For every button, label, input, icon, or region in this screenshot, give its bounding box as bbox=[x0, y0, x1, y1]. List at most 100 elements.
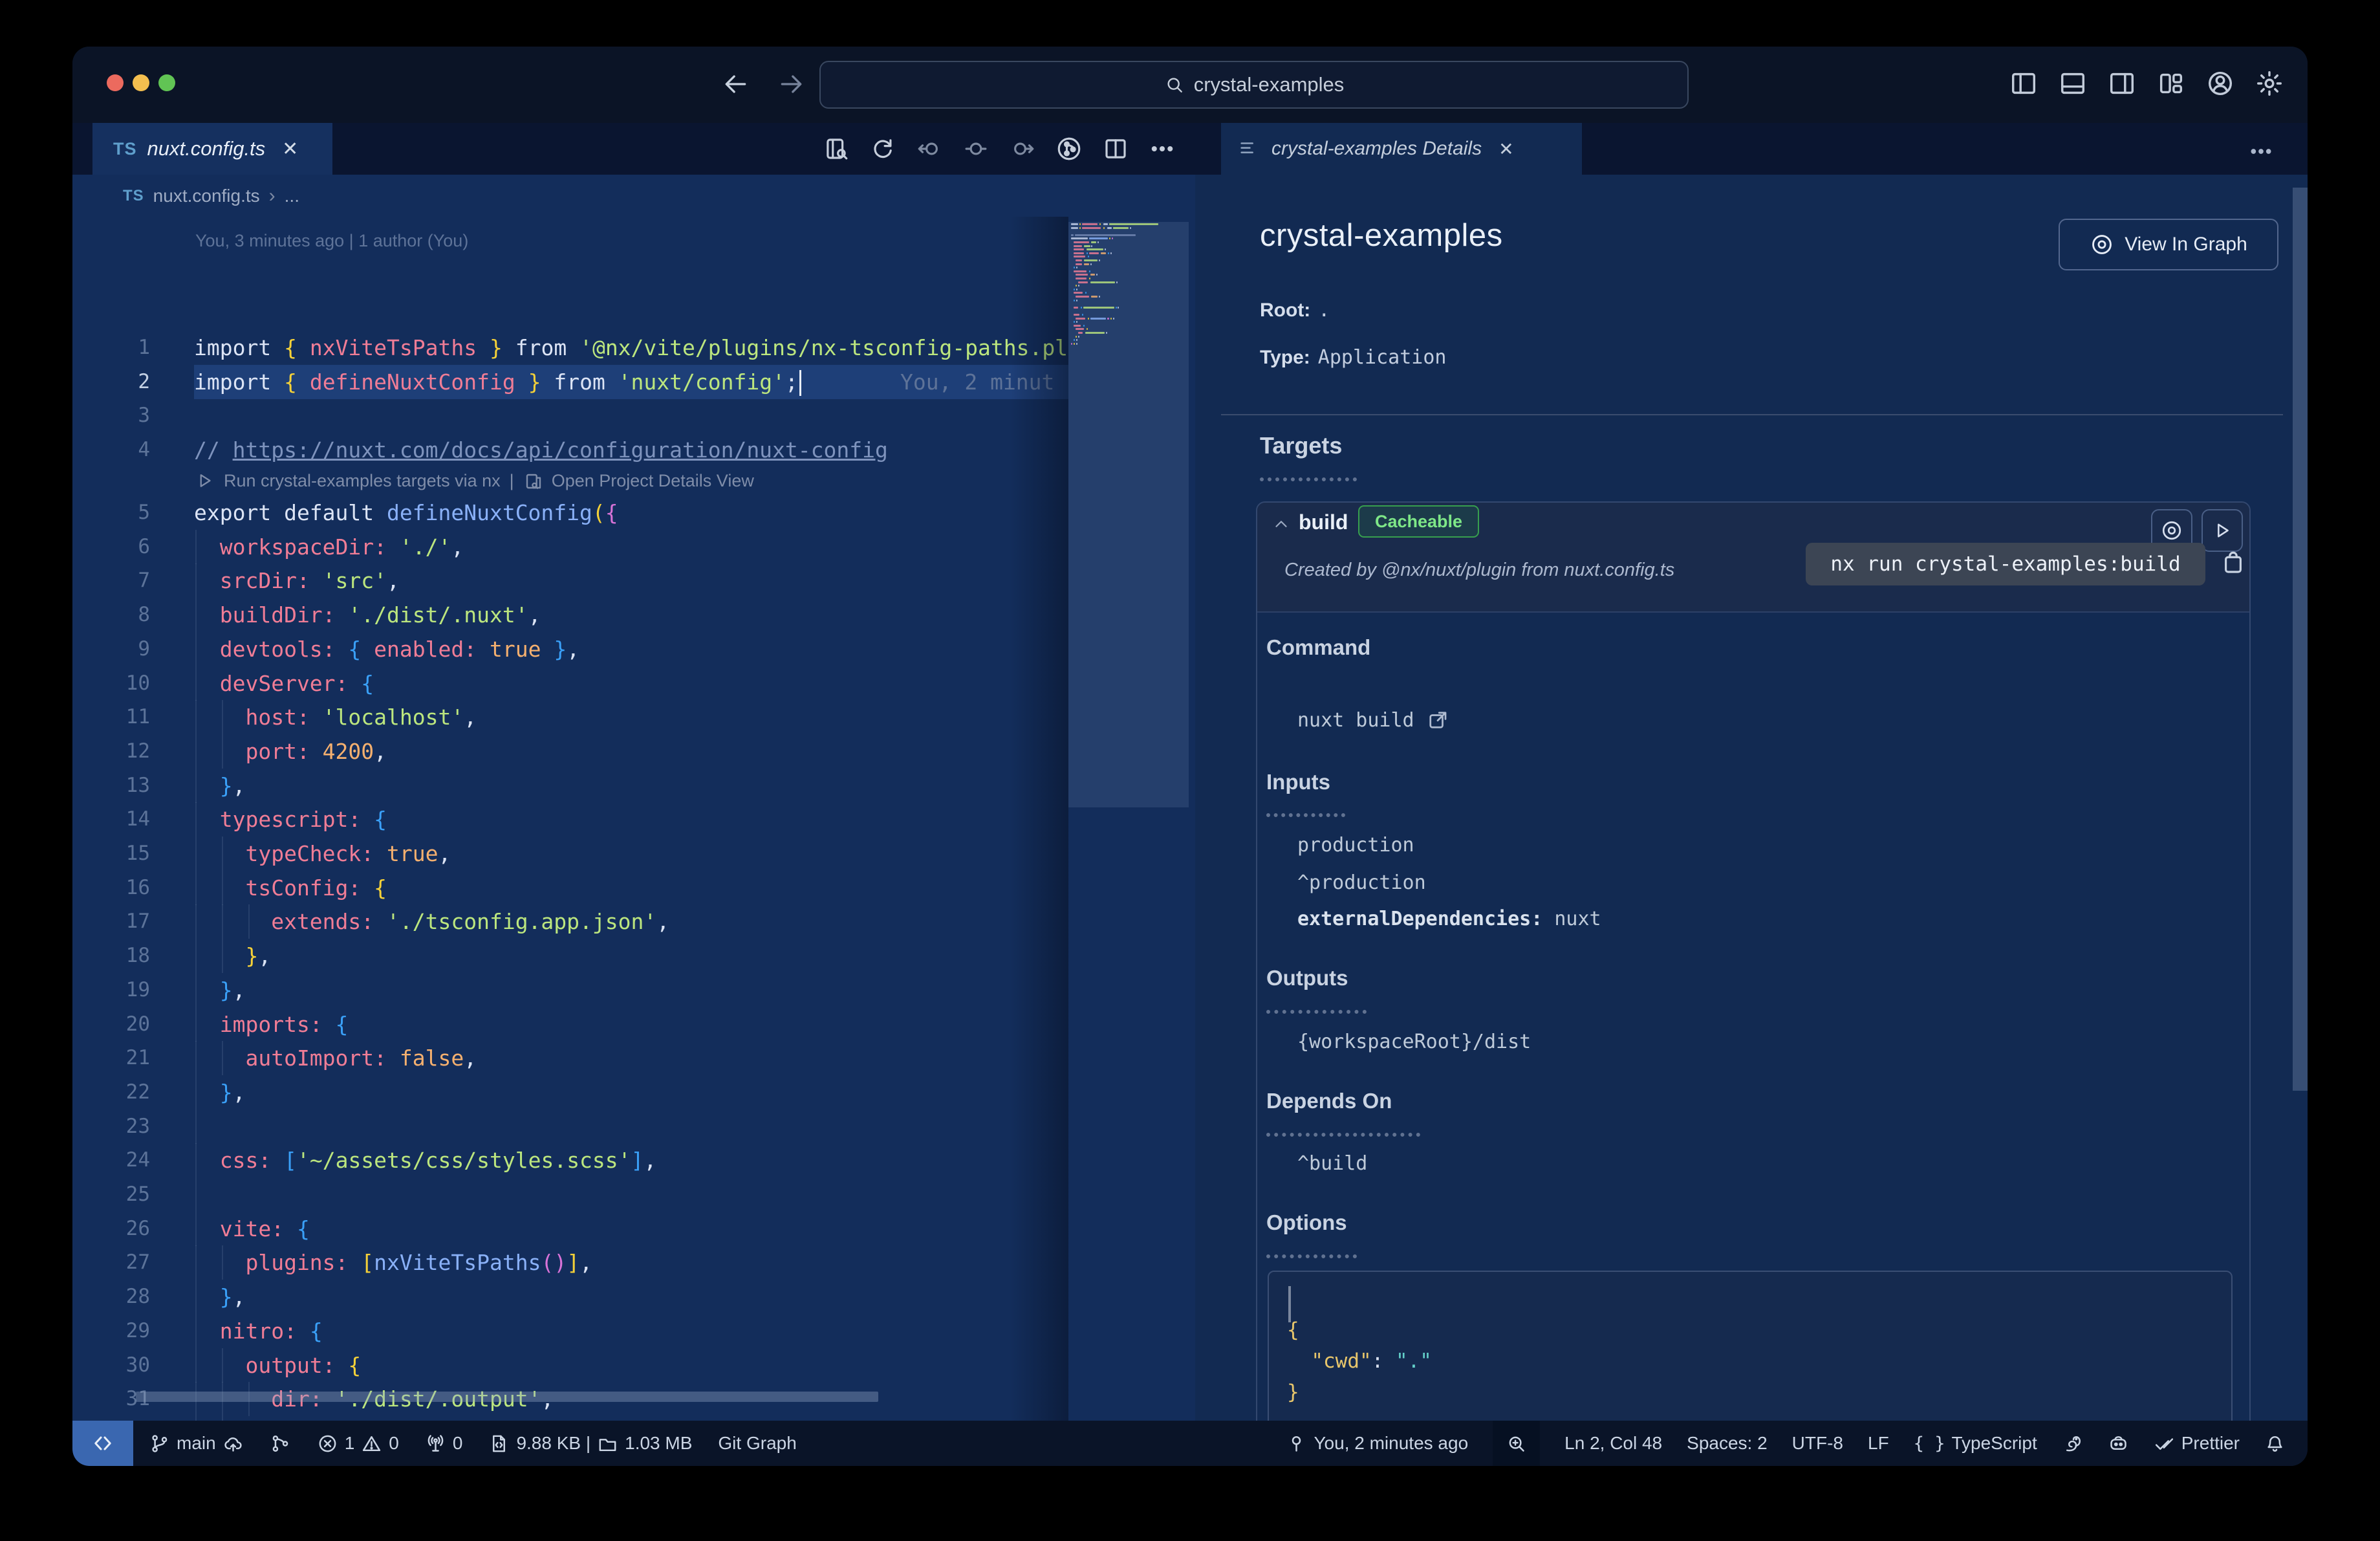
bell-icon bbox=[2267, 1436, 2282, 1452]
copy-icon[interactable] bbox=[2220, 549, 2247, 579]
prettier-indicator[interactable]: Prettier bbox=[2154, 1421, 2240, 1466]
code-line-6: workspaceDir: './', bbox=[194, 529, 1068, 564]
codelens-row[interactable]: Run crystal-examples targets via nx | Open… bbox=[195, 465, 754, 496]
close-traffic-light[interactable] bbox=[107, 74, 124, 91]
line-number: 2 bbox=[138, 369, 150, 393]
line-number: 24 bbox=[125, 1148, 150, 1172]
language-mode[interactable]: { } TypeScript bbox=[1914, 1421, 2037, 1466]
horizontal-scrollbar[interactable] bbox=[136, 1392, 878, 1402]
code-editor[interactable]: 1 2 3 4 5 6 7 8 9 10 11 12 13 14 15 16 17 18 19 20 21 22 23 24 2… bbox=[72, 217, 1195, 1421]
minimap[interactable] bbox=[1068, 217, 1189, 1421]
zoom-traffic-light[interactable] bbox=[158, 74, 175, 91]
breadcrumb-tail[interactable]: ... bbox=[285, 186, 299, 206]
outputs-dots bbox=[1266, 1010, 1367, 1014]
chevron-up-icon[interactable] bbox=[1271, 514, 1291, 534]
notifications-bell[interactable] bbox=[2264, 1421, 2286, 1466]
command-value[interactable]: nuxt build bbox=[1297, 708, 1449, 732]
breadcrumb[interactable]: TS nuxt.config.ts › ... bbox=[72, 175, 1195, 217]
tab-project-details[interactable]: crystal-examples Details ✕ bbox=[1221, 123, 1582, 175]
forward-arrow-icon[interactable] bbox=[777, 70, 806, 98]
status-bar-right: You, 2 minutes ago Ln 2, Col 48 Spaces: 2 U… bbox=[1286, 1421, 2286, 1466]
git-branch-icon bbox=[152, 1434, 168, 1452]
problems-indicator[interactable]: 10 bbox=[317, 1421, 399, 1466]
ports-indicator[interactable]: 0 bbox=[425, 1421, 462, 1466]
back-arrow-icon[interactable] bbox=[721, 70, 750, 98]
change-icon[interactable] bbox=[962, 135, 990, 162]
indentation[interactable]: Spaces: 2 bbox=[1687, 1421, 1768, 1466]
play-icon bbox=[195, 471, 215, 490]
panel-left-icon[interactable] bbox=[2009, 69, 2039, 98]
open-preview-icon[interactable] bbox=[823, 135, 850, 162]
git-blame-indicator[interactable]: You, 2 minutes ago bbox=[1286, 1421, 1468, 1466]
panel-scrollbar[interactable] bbox=[2293, 188, 2308, 1091]
external-link-icon[interactable] bbox=[1426, 708, 1449, 732]
minimap-slider[interactable] bbox=[1068, 222, 1189, 807]
cloud-up-icon bbox=[222, 1433, 244, 1454]
warning-icon bbox=[361, 1433, 382, 1454]
view-in-graph-button[interactable]: View In Graph bbox=[2059, 219, 2278, 270]
code-line-9: devtools: { enabled: true }, bbox=[194, 631, 1068, 666]
options-json-line: { bbox=[1287, 1318, 1299, 1342]
view-in-graph-label: View In Graph bbox=[2125, 234, 2247, 255]
panel-bottom-icon[interactable] bbox=[2058, 69, 2088, 98]
more-actions-icon[interactable] bbox=[2248, 138, 2274, 164]
branch-indicator[interactable]: main bbox=[149, 1421, 244, 1466]
refresh-icon[interactable] bbox=[869, 135, 896, 162]
git-graph-button[interactable]: Git Graph bbox=[718, 1421, 796, 1466]
editor-toolbar bbox=[823, 123, 1195, 175]
target-build-header[interactable]: build Cacheable Created by @nx/nuxt/plug… bbox=[1257, 503, 2249, 613]
breadcrumb-file[interactable]: nuxt.config.ts bbox=[153, 186, 260, 206]
ellipsis-icon[interactable] bbox=[1149, 135, 1176, 162]
copilot-button[interactable] bbox=[2108, 1421, 2129, 1466]
cursor-position[interactable]: Ln 2, Col 48 bbox=[1564, 1421, 1662, 1466]
code-line-12: port: 4200, bbox=[194, 734, 1068, 769]
status-bar: main 1 0 0 9.88 KB | 1.03 MB Git Graph You, 2 … bbox=[72, 1421, 2308, 1466]
typescript-file-icon: TS bbox=[113, 138, 137, 158]
typescript-file-icon: TS bbox=[123, 186, 144, 204]
tab-close-icon[interactable]: ✕ bbox=[282, 138, 298, 160]
code-line-23 bbox=[194, 1109, 1068, 1144]
refresh-icon bbox=[874, 139, 892, 158]
zoom-button[interactable] bbox=[1493, 1421, 1541, 1466]
panel-tab-close-icon[interactable]: ✕ bbox=[1498, 138, 1513, 160]
minimize-traffic-light[interactable] bbox=[133, 74, 149, 91]
options-json-box[interactable]: { "cwd": "."} bbox=[1268, 1271, 2233, 1421]
prev-change-icon[interactable] bbox=[916, 135, 943, 162]
line-number-gutter: 1 2 3 4 5 6 7 8 9 10 11 12 13 14 15 16 17 18 19 20 21 22 23 24 2… bbox=[72, 217, 194, 1421]
panel-right-icon[interactable] bbox=[2107, 69, 2137, 98]
code-line-32: }, bbox=[194, 1415, 1068, 1421]
layout-icon[interactable] bbox=[2156, 69, 2186, 98]
next-change-icon[interactable] bbox=[1009, 135, 1036, 162]
file-size-indicator[interactable]: 9.88 KB | 1.03 MB bbox=[488, 1421, 692, 1466]
bell-icon bbox=[2264, 1433, 2286, 1454]
remote-indicator[interactable] bbox=[72, 1421, 133, 1466]
text-cursor bbox=[799, 370, 801, 397]
git-graph-circle-icon[interactable] bbox=[1055, 135, 1083, 162]
code-line-27: plugins: [nxViteTsPaths()], bbox=[194, 1245, 1068, 1280]
layout-icon bbox=[2159, 73, 2183, 94]
line-number: 3 bbox=[138, 404, 150, 428]
codelens-run[interactable]: Run crystal-examples targets via nx bbox=[224, 471, 501, 491]
line-number: 10 bbox=[125, 671, 150, 695]
list-icon bbox=[1238, 138, 1260, 160]
panel-tab-title: crystal-examples Details bbox=[1271, 138, 1482, 159]
source-control-graph[interactable] bbox=[270, 1421, 291, 1466]
targets-heading: Targets bbox=[1260, 432, 1343, 459]
split-editor-icon[interactable] bbox=[1102, 135, 1129, 162]
command-center-search[interactable]: crystal-examples bbox=[819, 61, 1689, 109]
code-line-1: import { nxViteTsPaths } from '@nx/vite/… bbox=[194, 335, 1068, 360]
nx-run-command-chip[interactable]: nx run crystal-examples:build bbox=[1806, 543, 2205, 585]
squirrel-button[interactable] bbox=[2062, 1421, 2083, 1466]
code-line-29: nitro: { bbox=[194, 1313, 1068, 1348]
codelens-open[interactable]: Open Project Details View bbox=[552, 471, 754, 491]
tab-nuxt-config[interactable]: TS nuxt.config.ts ✕ bbox=[92, 123, 332, 175]
run-target-button[interactable] bbox=[2202, 509, 2243, 552]
project-title: crystal-examples bbox=[1260, 218, 1503, 253]
account-icon[interactable] bbox=[2205, 69, 2235, 98]
code-line-14: typescript: { bbox=[194, 802, 1068, 837]
source-graph-icon bbox=[272, 1435, 288, 1452]
tab-title: nuxt.config.ts bbox=[147, 137, 266, 160]
encoding[interactable]: UTF-8 bbox=[1792, 1421, 1843, 1466]
gear-icon[interactable] bbox=[2255, 69, 2284, 98]
eol[interactable]: LF bbox=[1868, 1421, 1889, 1466]
